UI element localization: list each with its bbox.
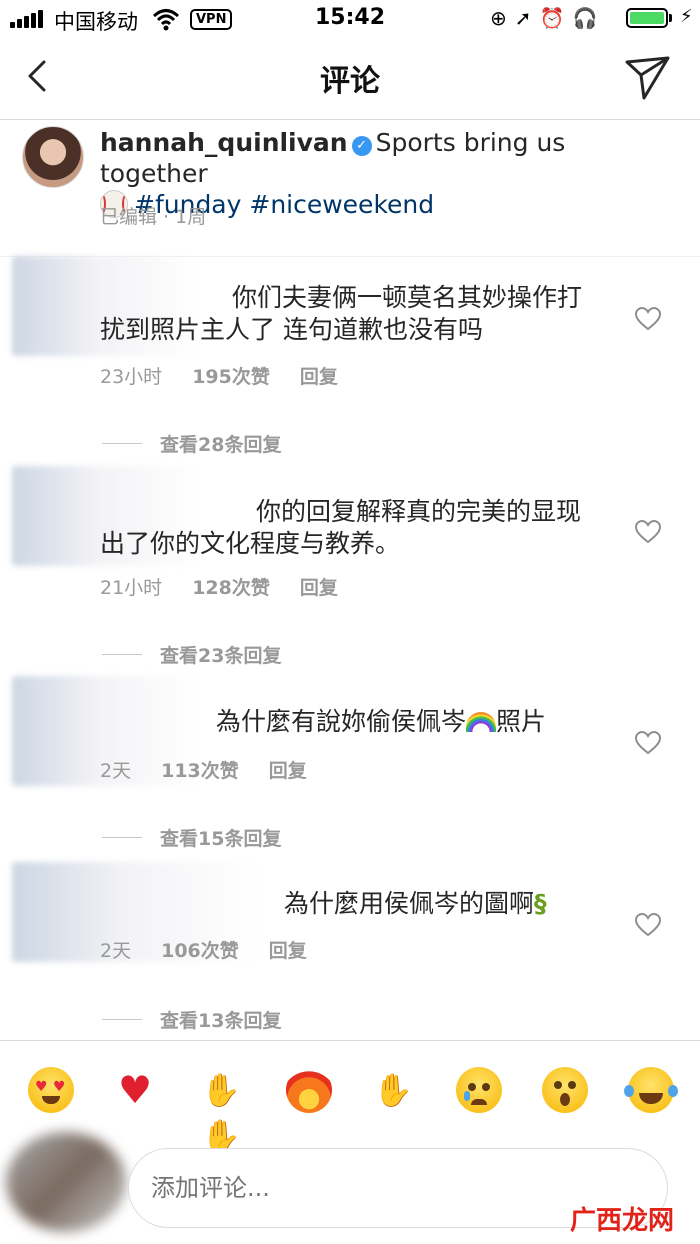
- current-user-avatar: [6, 1132, 126, 1232]
- caption-username[interactable]: hannah_quinlivan: [100, 128, 348, 157]
- heart-eyes-emoji[interactable]: ♥ ♥: [28, 1067, 74, 1113]
- location-icon: ➚: [514, 6, 532, 30]
- like-heart-icon[interactable]: [635, 307, 661, 331]
- comment-likes[interactable]: 128次赞: [192, 573, 270, 600]
- status-bar: 中国移动 VPN 15:42 ⊕ ➚ ⏰ 🎧 ⚡: [0, 0, 700, 40]
- surprised-face-emoji[interactable]: [542, 1067, 588, 1113]
- red-heart-emoji[interactable]: ♥: [110, 1067, 160, 1113]
- comment-text-main: 為什麼有說妳偷侯佩岑: [216, 707, 467, 736]
- rainbow-icon: [466, 712, 497, 732]
- emoji-bar: ♥ ♥ ♥ ✋✋ ✋: [0, 1040, 700, 1155]
- fire-emoji[interactable]: [286, 1067, 332, 1113]
- alarm-icon: ⏰: [539, 6, 565, 30]
- nav-bar: 评论: [0, 40, 700, 120]
- reply-button[interactable]: 回复: [300, 362, 338, 389]
- comment-text-main: 為什麼用侯佩岑的圖啊: [284, 889, 535, 918]
- comment-text: 為什麼用侯佩岑的圖啊§: [284, 888, 604, 920]
- comment-text: 為什麼有說妳偷侯佩岑 照片: [216, 706, 616, 738]
- comment-meta: 23小时 195次赞 回复: [100, 362, 338, 389]
- view-replies-link[interactable]: 查看23条回复: [102, 641, 281, 668]
- view-replies-label: 查看28条回复: [160, 434, 282, 456]
- page-title: 评论: [320, 64, 380, 99]
- comment-meta: 2天 113次赞 回复: [100, 756, 307, 783]
- comment-time: 23小时: [100, 366, 163, 388]
- comment-likes[interactable]: 113次赞: [161, 756, 239, 783]
- view-replies-label: 查看13条回复: [160, 1010, 282, 1032]
- comment-meta: 2天 106次赞 回复: [100, 936, 307, 963]
- clapping-hands-emoji[interactable]: ✋: [368, 1067, 418, 1113]
- tears-of-joy-emoji[interactable]: [624, 1067, 678, 1113]
- crying-face-emoji[interactable]: [456, 1067, 502, 1113]
- view-replies-label: 查看23条回复: [160, 645, 282, 667]
- view-replies-link[interactable]: 查看15条回复: [102, 824, 281, 851]
- author-avatar[interactable]: [22, 126, 84, 188]
- comment-time: 21小时: [100, 577, 163, 599]
- comment-time: 2天: [100, 760, 132, 782]
- reply-button[interactable]: 回复: [300, 573, 338, 600]
- view-replies-label: 查看15条回复: [160, 828, 282, 850]
- watermark: 广西龙网: [570, 1206, 675, 1236]
- comment-text: 你的回复解释真的完美的显现出了你的文化程度与教养。: [100, 497, 582, 558]
- view-replies-link[interactable]: 查看13条回复: [102, 1006, 281, 1033]
- verified-icon: ✓: [351, 136, 372, 156]
- battery-icon: [626, 8, 668, 28]
- raising-hands-emoji[interactable]: ✋✋: [196, 1067, 246, 1159]
- view-replies-link[interactable]: 查看28条回复: [102, 430, 281, 457]
- charging-icon: ⚡: [680, 6, 693, 27]
- reply-button[interactable]: 回复: [269, 756, 307, 783]
- snake-icon: §: [534, 889, 547, 918]
- comment-meta: 21小时 128次赞 回复: [100, 573, 338, 600]
- like-heart-icon[interactable]: [635, 520, 661, 544]
- comment-likes[interactable]: 106次赞: [161, 936, 239, 963]
- comment-text: 你们夫妻俩一顿莫名其妙操作打扰到照片主人了 连句道歉也没有吗: [100, 283, 583, 344]
- like-heart-icon[interactable]: [635, 731, 661, 755]
- headphones-icon: 🎧: [572, 6, 598, 30]
- comment-likes[interactable]: 195次赞: [192, 362, 270, 389]
- comment-text-suffix: 照片: [496, 707, 547, 736]
- caption-meta: 已编辑 · 1周: [100, 206, 207, 228]
- send-icon[interactable]: [622, 52, 672, 102]
- rotation-lock-icon: ⊕: [490, 6, 507, 30]
- comment-time: 2天: [100, 940, 132, 962]
- like-heart-icon[interactable]: [635, 913, 661, 937]
- reply-button[interactable]: 回复: [269, 936, 307, 963]
